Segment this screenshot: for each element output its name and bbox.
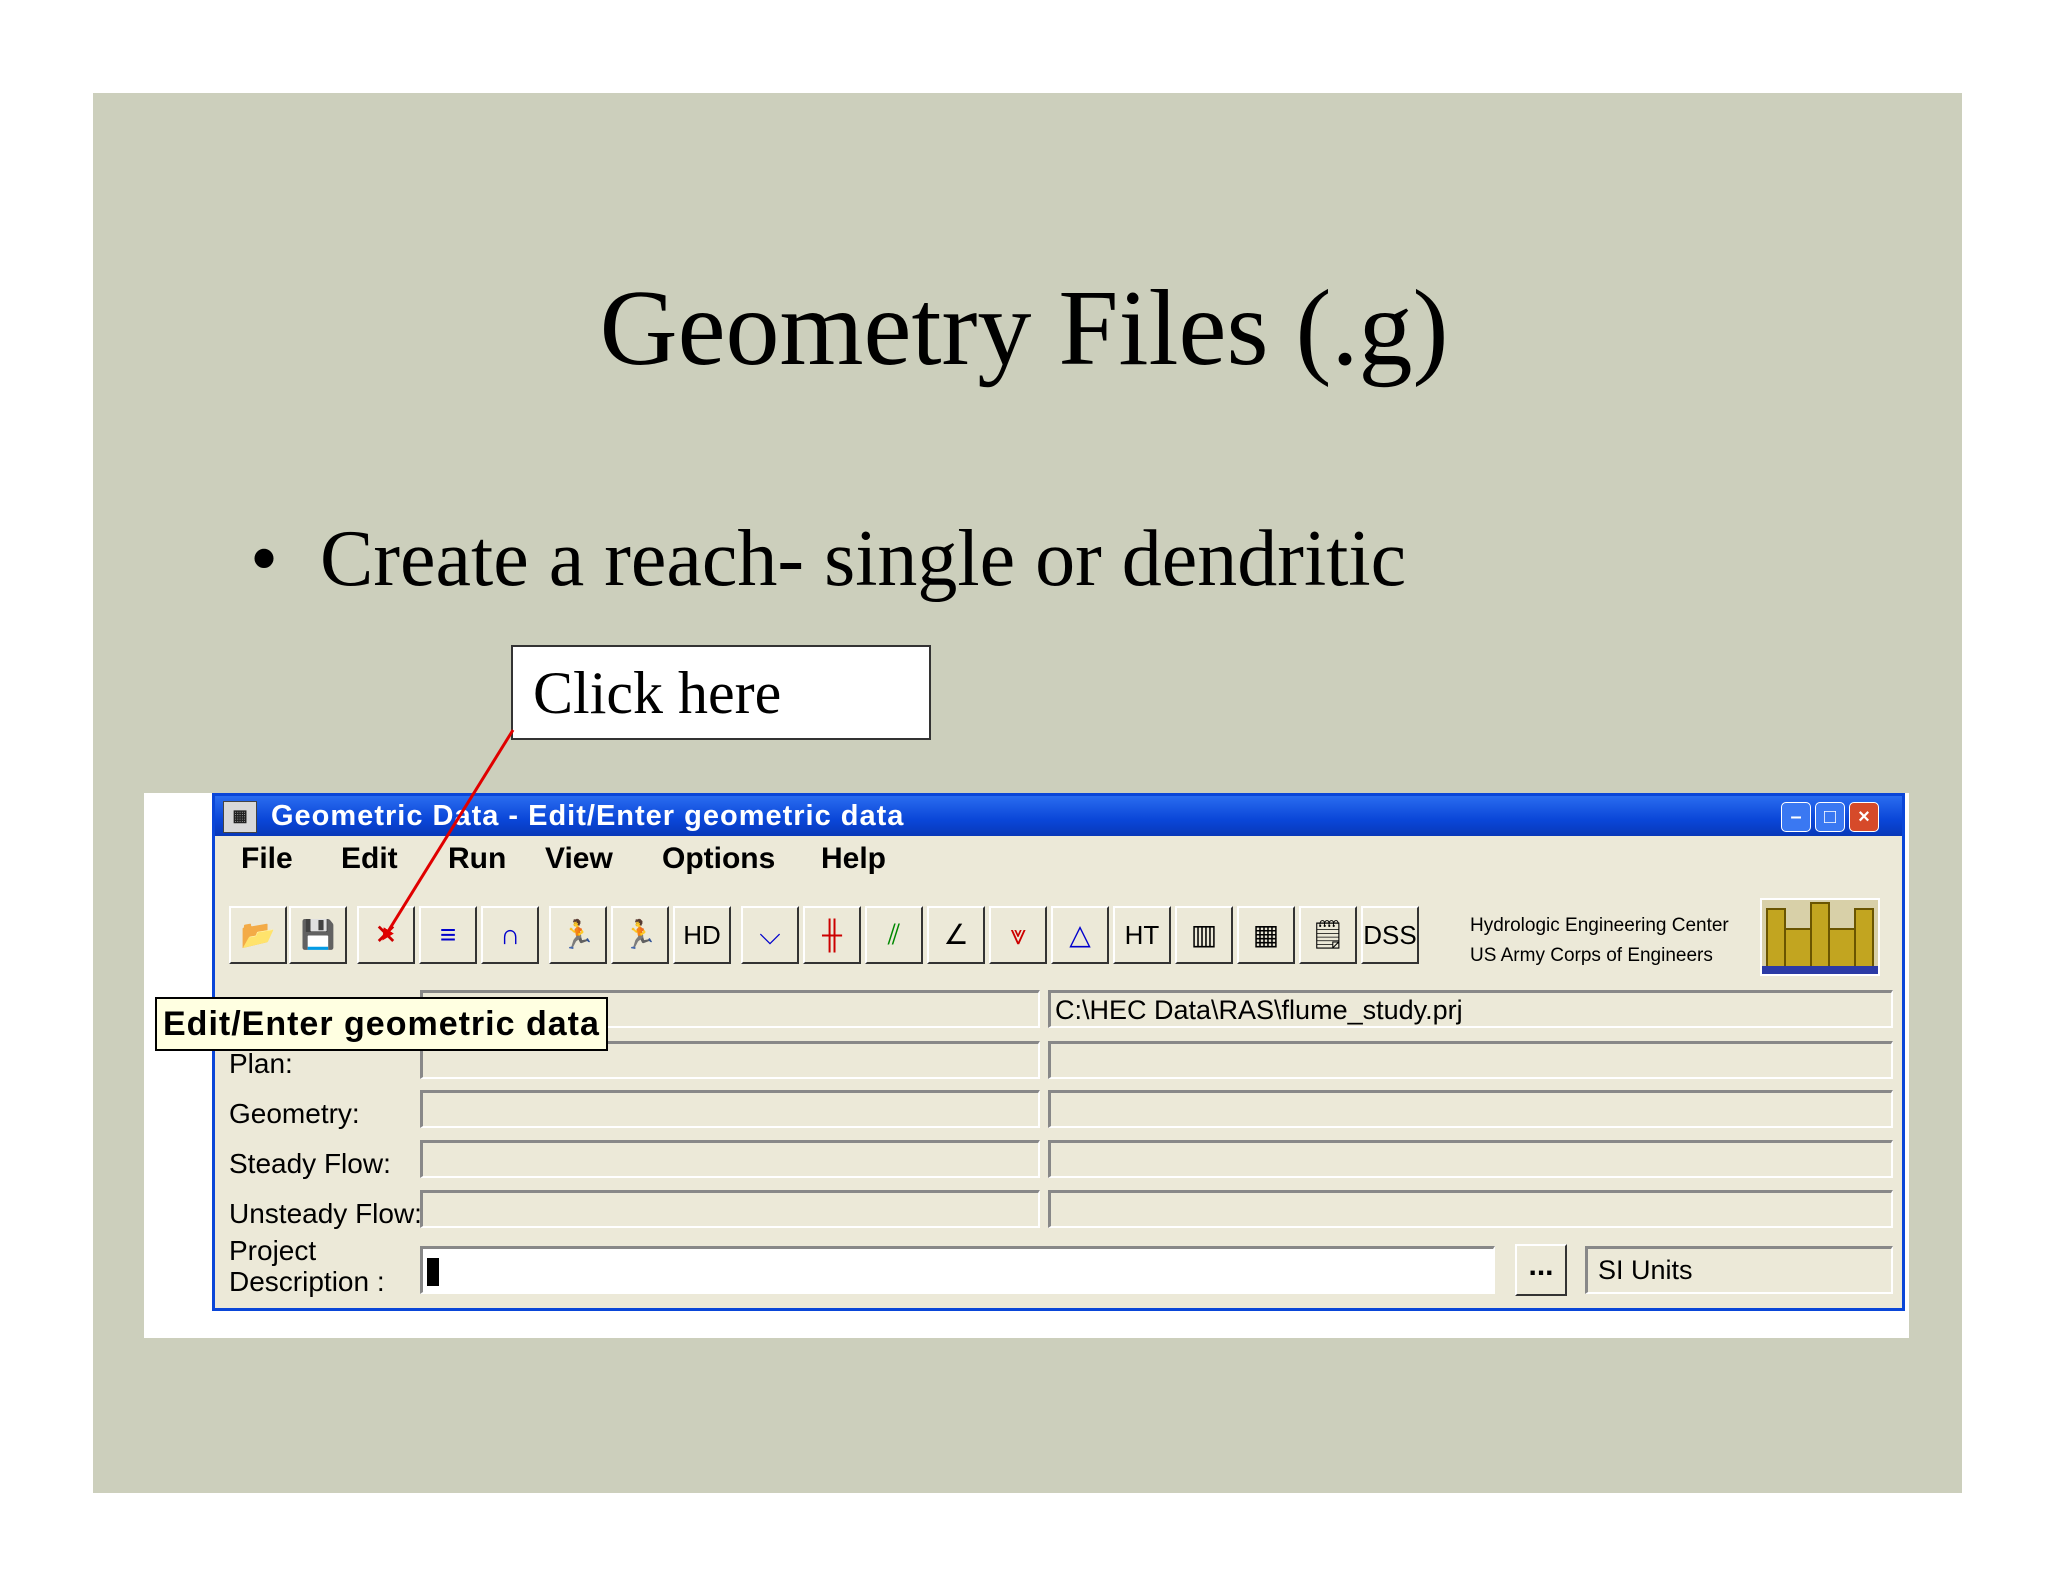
callout-arrow: [382, 729, 515, 941]
